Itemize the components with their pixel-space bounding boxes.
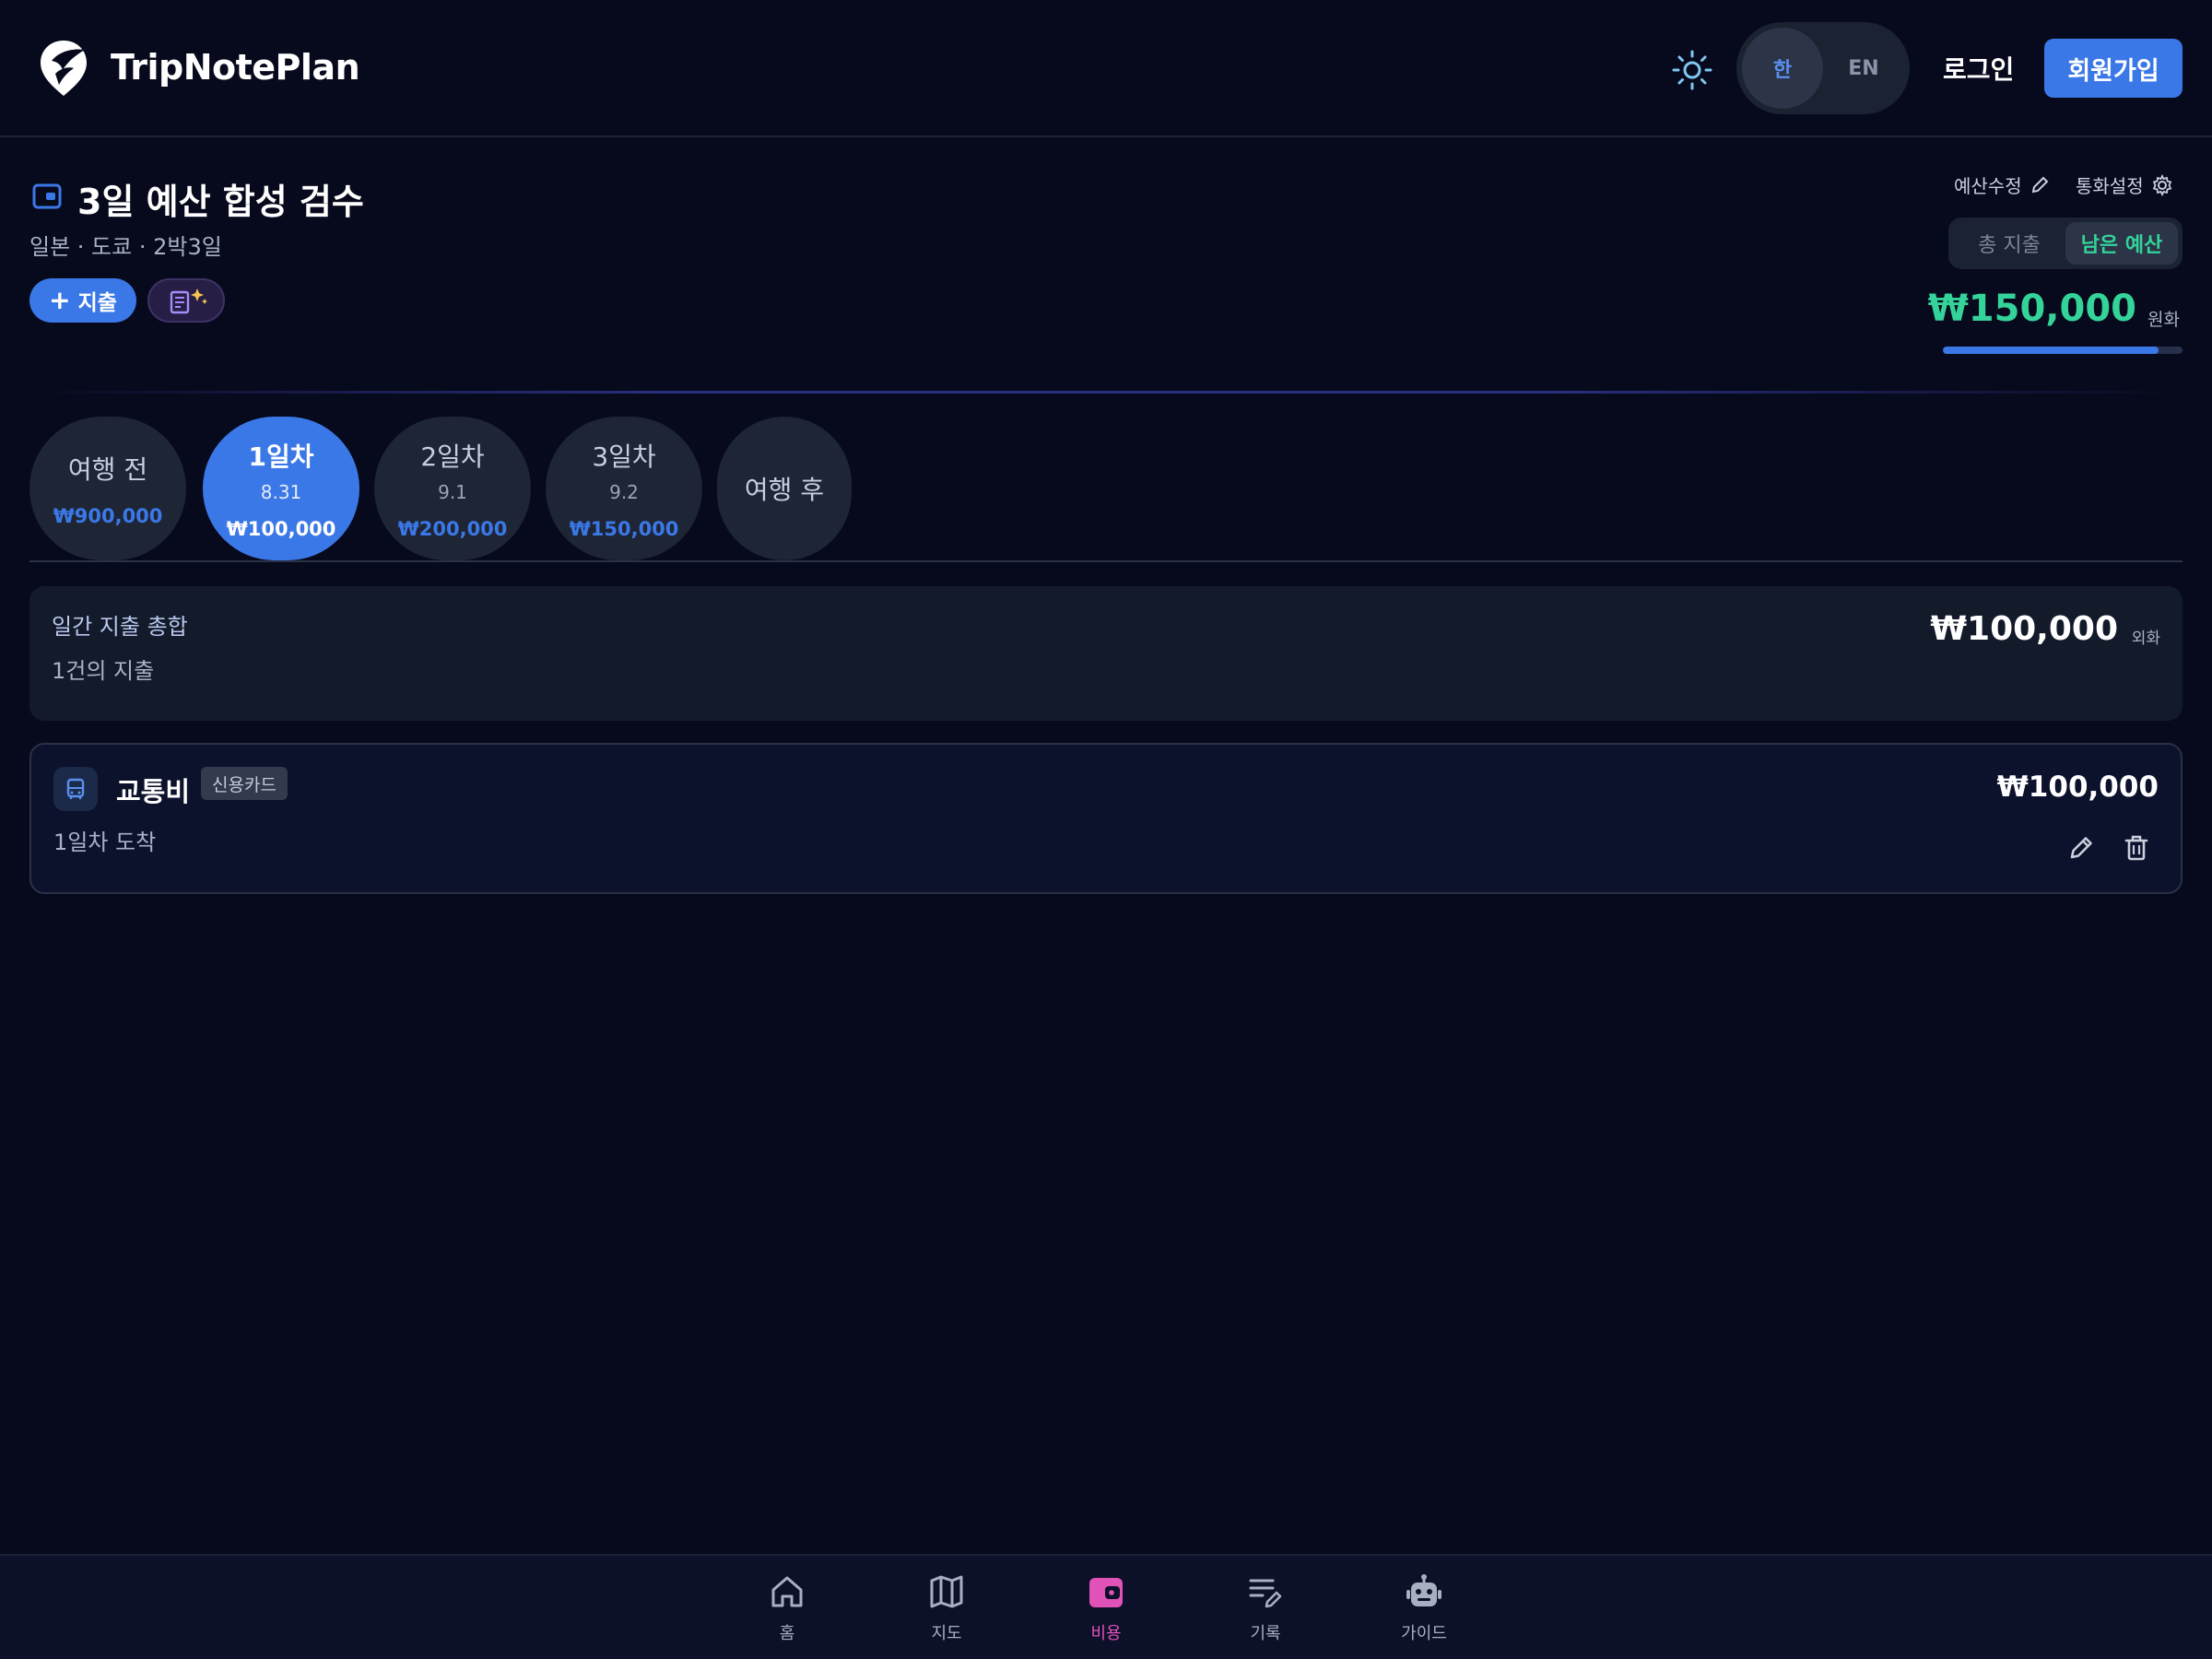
day-tab-amount: ₩150,000	[569, 518, 679, 540]
lang-option-en[interactable]: EN	[1823, 28, 1904, 109]
nav-label: 비용	[1090, 1624, 1122, 1643]
brand-name: TripNotePlan	[111, 47, 360, 88]
trip-subtitle: 일본 · 도쿄 · 2박3일	[29, 234, 222, 260]
receipt-sparkle-icon	[170, 288, 207, 314]
map-icon	[930, 1575, 963, 1608]
view-total-spent[interactable]: 총 지출	[1953, 222, 2065, 265]
day-tab-3[interactable]: 3일차 9.2 ₩150,000	[546, 417, 702, 560]
add-expense-label: 지출	[77, 291, 117, 315]
nav-label: 홈	[779, 1624, 795, 1643]
day-tab-before[interactable]: 여행 전 ₩900,000	[29, 417, 186, 560]
day-tab-2[interactable]: 2일차 9.1 ₩200,000	[374, 417, 531, 560]
expense-category: 교통비	[116, 776, 191, 807]
signup-button[interactable]: 회원가입	[2044, 39, 2183, 98]
expense-note: 1일차 도착	[53, 830, 157, 855]
day-tab-label: 여행 전	[67, 454, 148, 485]
currency-settings-label: 통화설정	[2076, 175, 2144, 197]
remaining-currency-unit: 원화	[2147, 310, 2180, 330]
nav-item-map[interactable]: 지도	[891, 1572, 1002, 1644]
note-edit-icon	[1249, 1579, 1282, 1608]
pencil-icon	[2031, 176, 2049, 193]
budget-progress-fill	[1943, 347, 2159, 354]
day-tab-label: 3일차	[592, 441, 656, 472]
section-divider	[29, 391, 2183, 394]
logo-icon	[41, 41, 87, 96]
daily-summary-title: 일간 지출 총합	[52, 614, 188, 640]
nav-item-notes[interactable]: 기록	[1210, 1572, 1321, 1644]
sun-icon[interactable]	[1670, 48, 1714, 92]
daily-total-amount: ₩100,000	[1930, 610, 2118, 648]
daily-total-unit: 외화	[2131, 629, 2160, 648]
expense-category-icon-box	[53, 767, 98, 811]
nav-label: 기록	[1250, 1624, 1281, 1643]
daily-summary-card: 일간 지출 총합 1건의 지출 ₩100,000 외화	[29, 586, 2183, 721]
add-expense-button[interactable]: + 지출	[29, 278, 136, 323]
home-icon	[771, 1576, 803, 1607]
expense-amount: ₩100,000	[1996, 771, 2159, 804]
day-tab-label: 여행 후	[744, 475, 825, 505]
nav-item-expenses[interactable]: 비용	[1051, 1572, 1161, 1644]
expense-item[interactable]: 교통비 신용카드 1일차 도착 ₩100,000	[29, 743, 2183, 894]
day-tab-1[interactable]: 1일차 8.31 ₩100,000	[203, 417, 359, 560]
nav-label: 가이드	[1401, 1624, 1447, 1643]
remaining-amount: ₩150,000	[1927, 288, 2136, 330]
top-header: TripNotePlan 한 EN 로그인 회원가입	[0, 0, 2212, 137]
budget-view-toggle: 총 지출 남은 예산	[1948, 218, 2183, 269]
day-tab-date: 9.2	[609, 481, 639, 503]
edit-budget-label: 예산수정	[1954, 175, 2022, 197]
bus-icon	[66, 778, 85, 799]
wallet-icon	[1089, 1578, 1123, 1607]
view-remaining-budget[interactable]: 남은 예산	[2065, 222, 2178, 265]
wallet-icon	[32, 183, 62, 209]
bottom-navigation: 홈 지도 비용 기록 가이드	[0, 1554, 2212, 1659]
day-tab-label: 2일차	[420, 441, 485, 472]
day-tab-date: 8.31	[260, 481, 302, 503]
day-tab-amount: ₩100,000	[226, 518, 336, 540]
day-tab-label: 1일차	[248, 441, 314, 472]
day-tab-amount: ₩900,000	[53, 505, 163, 527]
daily-expense-count: 1건의 지출	[52, 658, 155, 684]
plus-icon: +	[49, 285, 71, 315]
brand[interactable]: TripNotePlan	[37, 37, 360, 98]
day-tab-amount: ₩200,000	[397, 518, 508, 540]
budget-progress-bar	[1943, 347, 2183, 354]
trash-icon[interactable]	[2122, 833, 2151, 863]
nav-item-guide[interactable]: 가이드	[1369, 1572, 1479, 1644]
payment-method-badge: 신용카드	[201, 767, 288, 800]
app-page: TripNotePlan 한 EN 로그인 회원가입 3일 예산 합성 검수 일…	[0, 0, 2212, 1659]
currency-settings-button[interactable]: 통화설정	[2076, 171, 2173, 198]
edit-icon[interactable]	[2066, 833, 2096, 863]
language-toggle: 한 EN	[1736, 22, 1910, 114]
edit-budget-button[interactable]: 예산수정	[1954, 171, 2050, 198]
login-link[interactable]: 로그인	[1943, 50, 2014, 87]
day-tab-date: 9.1	[438, 481, 467, 503]
day-tab-after[interactable]: 여행 후	[717, 417, 852, 560]
robot-icon	[1406, 1574, 1441, 1606]
nav-label: 지도	[931, 1624, 962, 1643]
gear-icon	[2152, 173, 2171, 196]
receipt-scan-button[interactable]	[147, 278, 225, 323]
lang-option-ko[interactable]: 한	[1742, 28, 1823, 109]
trip-title: 3일 예산 합성 검수	[77, 182, 364, 222]
tabs-underline	[29, 560, 2183, 562]
nav-item-home[interactable]: 홈	[732, 1572, 842, 1644]
